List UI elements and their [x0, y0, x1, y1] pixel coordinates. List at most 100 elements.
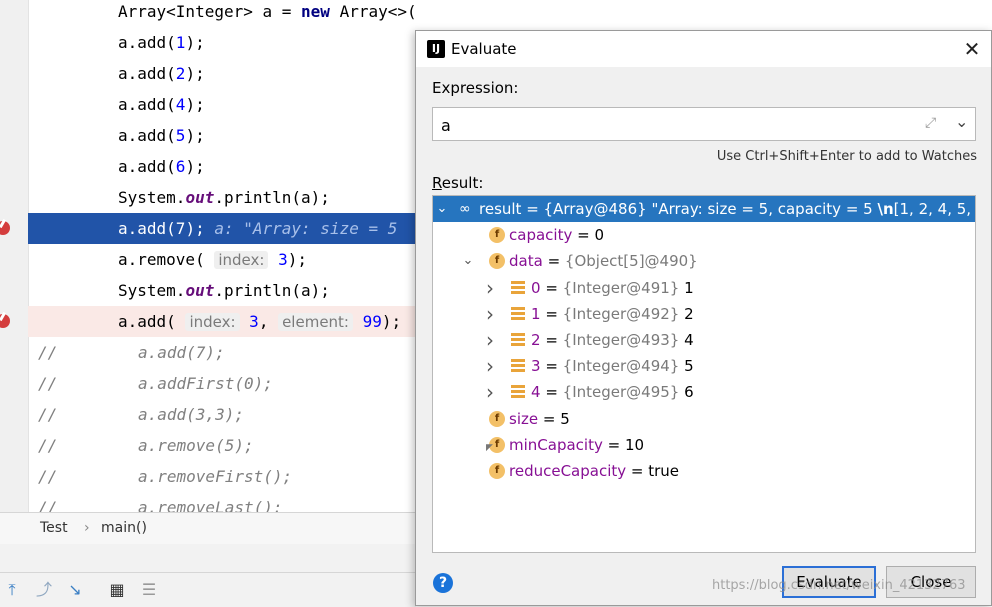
- array-element-icon: [511, 306, 525, 321]
- code-line[interactable]: a.add(1);: [28, 27, 416, 58]
- code-line[interactable]: System.out.println(a);: [28, 182, 416, 213]
- tree-row-label: reduceCapacity = true: [509, 462, 680, 480]
- array-element-icon: [511, 280, 525, 295]
- debug-toolbar: ⤒ ⤴ ↘ ▦ ☰: [0, 572, 416, 607]
- chevron-right-icon[interactable]: ›: [483, 301, 497, 327]
- code-editor[interactable]: Array<Integer> a = new Array<>( initCapa…: [0, 0, 416, 512]
- code-line[interactable]: a.add( index: 3, element: 99);: [28, 306, 416, 337]
- evaluate-expression-icon[interactable]: ▦: [108, 581, 126, 599]
- code-text: System.out.println(a);: [118, 188, 330, 207]
- code-line[interactable]: a.add(7); a: "Array: size = 5: [28, 213, 416, 244]
- comment-marker: //: [38, 436, 58, 455]
- watch-glasses-icon: ∞: [459, 201, 471, 217]
- expression-value[interactable]: a: [441, 116, 451, 135]
- tree-row-label: size = 5: [509, 409, 570, 428]
- tree-row-label: 1 = {Integer@492} 2: [531, 304, 694, 323]
- tree-row-1[interactable]: › 1 = {Integer@492} 2: [433, 301, 975, 327]
- code-line[interactable]: a.add(6);: [28, 151, 416, 182]
- code-line[interactable]: // a.removeLast();: [28, 492, 416, 512]
- code-line[interactable]: // a.remove(5);: [28, 430, 416, 461]
- breadcrumb: Test › main(): [0, 512, 416, 545]
- chevron-right-icon[interactable]: ›: [483, 327, 497, 353]
- tree-row-label: 3 = {Integer@494} 5: [531, 357, 694, 376]
- code-text: a.add(5);: [118, 126, 205, 145]
- code-text: a.add(7); a: "Array: size = 5: [118, 219, 398, 238]
- code-line[interactable]: // a.add(7);: [28, 337, 416, 368]
- result-label: Result:: [432, 174, 484, 192]
- comment-marker: //: [38, 467, 58, 486]
- tree-row-mincapacity[interactable]: f ◤ minCapacity = 10: [433, 432, 975, 458]
- code-text: a.add(6);: [118, 157, 205, 176]
- chevron-right-icon[interactable]: ›: [483, 353, 497, 379]
- field-icon: f: [489, 253, 505, 270]
- array-element-icon: [511, 385, 525, 399]
- code-line[interactable]: // a.addFirst(0);: [28, 368, 416, 399]
- panel-gap: [0, 544, 416, 572]
- breakpoint-icon[interactable]: [0, 314, 10, 328]
- array-element-icon: [511, 333, 525, 347]
- code-line[interactable]: a.add(4);: [28, 89, 416, 120]
- chevron-right-icon[interactable]: ›: [483, 275, 497, 301]
- tree-row-label: minCapacity = 10: [509, 435, 645, 454]
- help-icon[interactable]: ?: [433, 573, 453, 593]
- tree-row-result[interactable]: ⌄ ∞ result = {Array@486} "Array: size = 5,…: [433, 196, 975, 222]
- comment-marker: //: [38, 374, 58, 393]
- dialog-title: Evaluate: [451, 40, 517, 58]
- code-text: a.addFirst(0);: [138, 374, 273, 393]
- code-text: a.remove( index: 3);: [118, 250, 307, 269]
- code-text: a.add(3,3);: [138, 405, 244, 424]
- code-line[interactable]: a.add(2);: [28, 58, 416, 89]
- code-text: a.add(4);: [118, 95, 205, 114]
- code-text: a.removeFirst();: [138, 467, 293, 486]
- code-line[interactable]: // a.removeFirst();: [28, 461, 416, 492]
- tree-row-4[interactable]: › 4 = {Integer@495} 6: [433, 379, 975, 405]
- tree-row-3[interactable]: › 3 = {Integer@494} 5: [433, 353, 975, 379]
- intellij-logo-icon: IJ: [427, 40, 445, 58]
- code-text: System.out.println(a);: [118, 281, 330, 300]
- breadcrumb-separator: ›: [84, 520, 90, 536]
- tree-row-size[interactable]: f size = 5: [433, 406, 975, 432]
- step-out-icon[interactable]: ⤒: [3, 581, 21, 599]
- tree-row-label: 0 = {Integer@491} 1: [531, 278, 694, 297]
- tree-row-label: 4 = {Integer@495} 6: [531, 383, 694, 402]
- tree-row-label: data = {Object[5]@490}: [509, 252, 698, 271]
- chevron-down-icon[interactable]: ⌄: [461, 248, 475, 274]
- code-text: a.remove(5);: [138, 436, 254, 455]
- tree-row-0[interactable]: › 0 = {Integer@491} 1: [433, 275, 975, 301]
- chevron-right-icon[interactable]: ›: [483, 379, 497, 405]
- comment-marker: //: [38, 343, 58, 362]
- tree-row-data[interactable]: ⌄ f data = {Object[5]@490}: [433, 248, 975, 274]
- editor-gutter[interactable]: [0, 0, 29, 512]
- expand-icon[interactable]: ⤢: [925, 115, 936, 131]
- code-line[interactable]: a.remove( index: 3);: [28, 244, 416, 275]
- dialog-title-bar[interactable]: IJ Evaluate ✕: [416, 31, 991, 67]
- field-icon: f: [489, 463, 505, 479]
- tree-row-label: 2 = {Integer@493} 4: [531, 331, 694, 349]
- code-line[interactable]: System.out.println(a);: [28, 275, 416, 306]
- run-to-cursor-icon[interactable]: ↘: [66, 581, 84, 599]
- expression-label: Expression:: [432, 79, 519, 97]
- final-marker-icon: ◤: [486, 442, 493, 453]
- breadcrumb-file[interactable]: Test: [40, 520, 68, 536]
- code-text: a.add(2);: [118, 64, 205, 83]
- tree-row-reducecapacity[interactable]: f reduceCapacity = true: [433, 458, 975, 484]
- tree-row-2[interactable]: › 2 = {Integer@493} 4: [433, 327, 975, 353]
- code-text: a.removeLast();: [138, 498, 283, 512]
- comment-marker: //: [38, 405, 58, 424]
- code-line[interactable]: Array<Integer> a = new Array<>( initCapa…: [28, 0, 416, 27]
- code-line[interactable]: // a.add(3,3);: [28, 399, 416, 430]
- close-icon[interactable]: ✕: [960, 37, 984, 61]
- expression-input[interactable]: a ⤢ ⌄: [432, 107, 976, 141]
- chevron-down-icon[interactable]: ⌄: [435, 196, 449, 222]
- trace-icon[interactable]: ☰: [140, 581, 158, 599]
- tree-row-capacity[interactable]: f capacity = 0: [433, 222, 975, 248]
- chevron-down-icon[interactable]: ⌄: [955, 112, 968, 131]
- field-icon: f: [489, 410, 505, 427]
- code-text: a.add(7);: [138, 343, 225, 362]
- drop-frame-icon[interactable]: ⤴: [35, 581, 53, 599]
- result-tree[interactable]: ⌄ ∞ result = {Array@486} "Array: size = 5,…: [432, 195, 976, 553]
- breadcrumb-method[interactable]: main(): [101, 520, 147, 536]
- field-icon: f: [489, 227, 505, 244]
- breakpoint-icon[interactable]: [0, 221, 10, 235]
- code-line[interactable]: a.add(5);: [28, 120, 416, 151]
